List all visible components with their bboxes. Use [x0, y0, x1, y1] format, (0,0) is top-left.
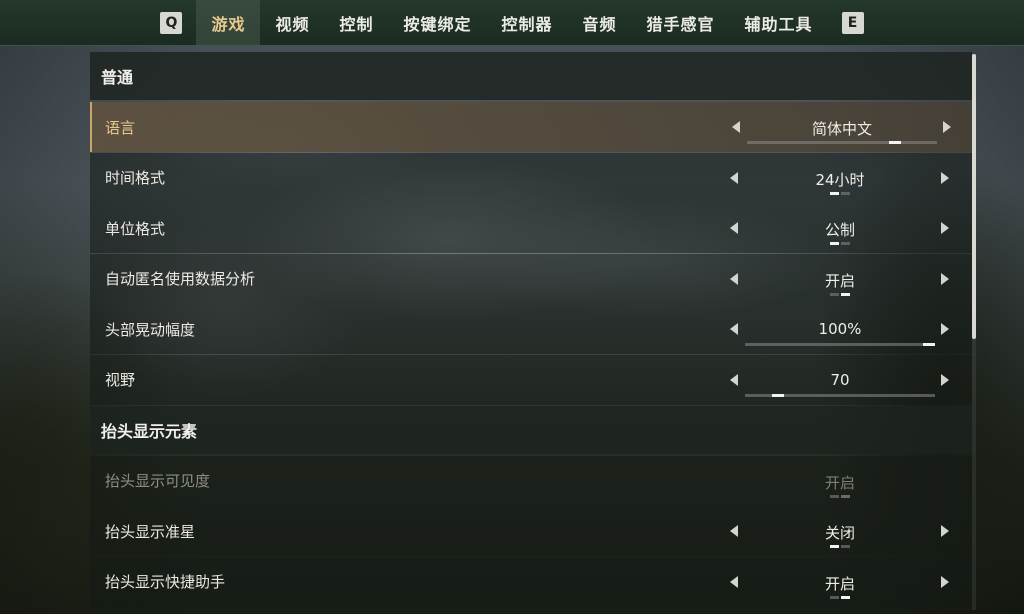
setting-value: 开启 — [824, 574, 855, 593]
settings-panel: 普通 语言 简体中文 时间格式 24小时 单位格式 公制 自动匿名使用数据分析 … — [90, 52, 972, 614]
section-header-general: 普通 — [90, 52, 972, 100]
arrow-right-icon[interactable] — [941, 272, 949, 285]
setting-row-hud-crosshair[interactable]: 抬头显示准星 关闭 — [90, 506, 972, 557]
tab-audio[interactable]: 音频 — [568, 0, 632, 46]
arrow-right-icon[interactable] — [941, 575, 949, 588]
arrow-left-icon[interactable] — [730, 222, 738, 235]
arrow-right-icon[interactable] — [943, 121, 951, 133]
arrow-right-icon[interactable] — [941, 171, 949, 184]
setting-value: 公制 — [824, 221, 855, 240]
setting-row-time-format[interactable]: 时间格式 24小时 — [90, 152, 972, 203]
arrow-right-icon[interactable] — [941, 373, 949, 386]
setting-label: 抬头显示快捷助手 — [105, 573, 226, 592]
pager-dot — [841, 191, 850, 195]
setting-value: 简体中文 — [811, 120, 872, 138]
setting-row-head-bob[interactable]: 头部晃动幅度 100% — [90, 304, 972, 355]
setting-value: 关闭 — [824, 524, 855, 543]
slider-thumb[interactable] — [923, 343, 935, 347]
tab-video[interactable]: 视频 — [260, 0, 324, 46]
pager-dot — [830, 545, 839, 549]
tab-controller[interactable]: 控制器 — [487, 0, 568, 46]
setting-label: 抬头显示可见度 — [105, 472, 211, 491]
pager-dot — [841, 292, 850, 296]
pager-dot — [841, 545, 850, 549]
pager-dot — [841, 494, 850, 498]
option-pager — [830, 595, 850, 599]
setting-label: 语言 — [105, 118, 136, 137]
option-pager — [830, 292, 850, 296]
pager-dot — [830, 595, 839, 599]
next-tab-key-hint[interactable]: E — [841, 11, 864, 34]
arrow-left-icon[interactable] — [730, 373, 738, 386]
slider-thumb[interactable] — [772, 393, 784, 397]
setting-label: 头部晃动幅度 — [105, 320, 196, 339]
tab-game[interactable]: 游戏 — [196, 0, 261, 46]
scrollbar-thumb[interactable] — [972, 54, 976, 339]
value-slider[interactable] — [747, 141, 937, 144]
setting-row-fov[interactable]: 视野 70 — [90, 354, 972, 405]
setting-value: 70 — [830, 370, 850, 389]
setting-value: 开启 — [824, 473, 855, 492]
arrow-right-icon[interactable] — [941, 525, 949, 538]
setting-label: 抬头显示准星 — [105, 522, 196, 541]
tab-controls[interactable]: 控制 — [324, 0, 388, 46]
tab-accessibility[interactable]: 辅助工具 — [730, 0, 828, 46]
option-pager — [830, 494, 850, 498]
prev-tab-key-hint[interactable]: Q — [160, 11, 183, 34]
arrow-right-icon[interactable] — [941, 323, 949, 336]
value-slider[interactable] — [745, 393, 935, 397]
setting-label: 视野 — [105, 371, 136, 390]
arrow-left-icon[interactable] — [730, 323, 738, 336]
option-pager — [830, 545, 850, 549]
arrow-left-icon[interactable] — [730, 525, 738, 538]
pager-dot — [830, 292, 839, 296]
tab-hunter-sense[interactable]: 猎手感官 — [632, 0, 730, 46]
setting-row-unit-format[interactable]: 单位格式 公制 — [90, 203, 972, 254]
setting-label: 单位格式 — [105, 219, 166, 238]
slider-thumb[interactable] — [889, 141, 901, 144]
setting-row-hud-visibility: 抬头显示可见度 开启 — [90, 455, 972, 506]
section-header-hud: 抬头显示元素 — [90, 405, 972, 454]
arrow-right-icon[interactable] — [941, 222, 949, 235]
arrow-left-icon[interactable] — [730, 575, 738, 588]
option-pager — [830, 242, 850, 246]
setting-label: 时间格式 — [105, 169, 166, 188]
arrow-left-icon[interactable] — [730, 171, 738, 184]
tab-keybindings[interactable]: 按键绑定 — [388, 0, 486, 46]
setting-value: 100% — [818, 320, 862, 339]
settings-scrollbar[interactable] — [972, 54, 976, 610]
setting-value: 24小时 — [815, 170, 865, 189]
option-pager — [830, 191, 850, 195]
settings-tab-bar: Q 游戏 视频 控制 按键绑定 控制器 音频 猎手感官 辅助工具 E — [0, 0, 1024, 46]
arrow-left-icon[interactable] — [730, 272, 738, 285]
setting-row-analytics[interactable]: 自动匿名使用数据分析 开启 — [90, 253, 972, 304]
setting-row-hud-quick-helper[interactable]: 抬头显示快捷助手 开启 — [90, 556, 972, 607]
setting-row-language[interactable]: 语言 简体中文 — [90, 102, 972, 152]
pager-dot — [841, 242, 850, 246]
value-slider[interactable] — [745, 343, 935, 347]
pager-dot — [841, 595, 850, 599]
setting-value: 开启 — [824, 271, 855, 290]
pager-dot — [830, 242, 839, 246]
arrow-left-icon[interactable] — [732, 121, 740, 133]
pager-dot — [830, 494, 839, 498]
pager-dot — [830, 191, 839, 195]
setting-label: 自动匿名使用数据分析 — [105, 270, 256, 289]
